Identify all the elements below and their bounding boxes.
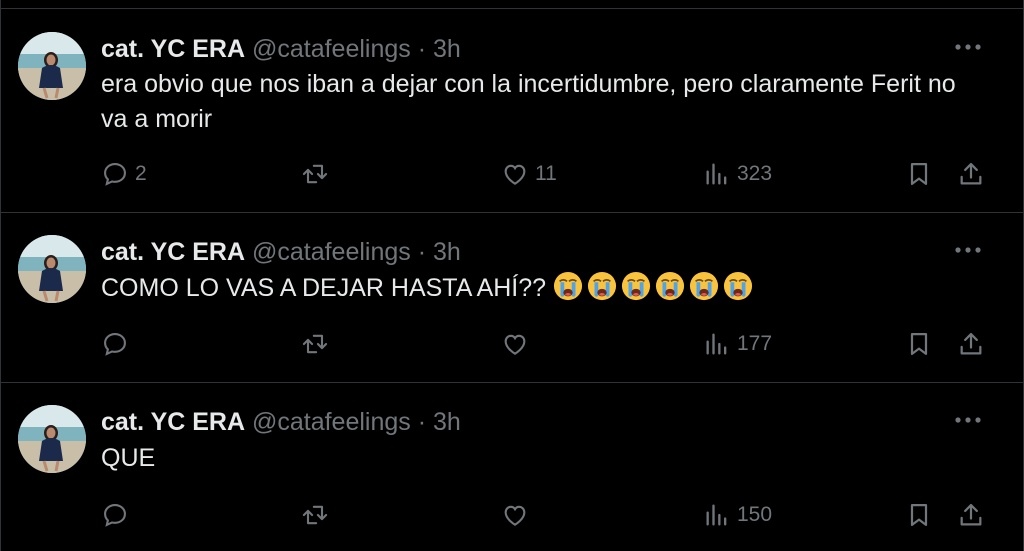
retweet-button[interactable] xyxy=(301,327,335,361)
tweet-text: COMO LO VAS A DEJAR HASTA AHÍ?? xyxy=(101,274,547,302)
views-button[interactable]: 323 xyxy=(703,157,772,191)
more-icon[interactable] xyxy=(953,413,983,427)
user-handle[interactable]: @catafeelings xyxy=(252,238,411,266)
more-icon[interactable] xyxy=(953,243,983,257)
heart-icon xyxy=(501,330,529,358)
like-count: 11 xyxy=(535,162,557,185)
reply-icon xyxy=(101,160,129,188)
retweet-icon xyxy=(301,160,329,188)
retweet-icon xyxy=(301,501,329,529)
timestamp[interactable]: 3h xyxy=(433,238,461,266)
loudly-crying-face-emoji xyxy=(723,271,753,301)
tweet-text: era obvio que nos iban a dejar con la in… xyxy=(101,70,956,133)
views-button[interactable]: 177 xyxy=(703,327,772,361)
like-button[interactable] xyxy=(501,327,535,361)
emoji-row xyxy=(553,274,757,302)
tweet-text: QUE xyxy=(101,444,156,472)
loudly-crying-face-emoji xyxy=(587,271,617,301)
action-bar: 177 xyxy=(101,327,983,361)
heart-icon xyxy=(501,160,529,188)
share-icon xyxy=(957,330,985,358)
timestamp[interactable]: 3h xyxy=(433,408,461,436)
views-chart-icon xyxy=(703,330,731,358)
like-button[interactable] xyxy=(501,498,535,532)
share-button[interactable] xyxy=(957,157,985,191)
share-button[interactable] xyxy=(957,498,985,532)
user-handle[interactable]: @catafeelings xyxy=(252,408,411,436)
views-count: 177 xyxy=(737,332,773,355)
views-chart-icon xyxy=(703,160,731,188)
loudly-crying-face-emoji xyxy=(553,271,583,301)
reply-count: 2 xyxy=(135,162,147,185)
timestamp[interactable]: 3h xyxy=(433,35,461,63)
reply-icon xyxy=(101,330,129,358)
heart-icon xyxy=(501,501,529,529)
more-icon[interactable] xyxy=(953,40,983,54)
views-chart-icon xyxy=(703,501,731,529)
tweet[interactable]: cat. YC ERA @catafeelings · 3h QUE 150 xyxy=(1,383,1023,551)
loudly-crying-face-emoji xyxy=(655,271,685,301)
share-icon xyxy=(957,501,985,529)
timeline-feed: cat. YC ERA @catafeelings · 3h era obvio… xyxy=(0,0,1024,551)
display-name[interactable]: cat. YC ERA xyxy=(101,238,245,266)
tweet[interactable]: cat. YC ERA @catafeelings · 3h era obvio… xyxy=(1,9,1023,212)
views-count: 323 xyxy=(737,162,773,185)
tweet[interactable]: cat. YC ERA @catafeelings · 3h COMO LO V… xyxy=(1,213,1023,382)
tweet-header: cat. YC ERA @catafeelings · 3h xyxy=(101,35,461,64)
action-bar: 150 xyxy=(101,498,983,532)
user-handle[interactable]: @catafeelings xyxy=(252,35,411,63)
avatar[interactable] xyxy=(18,235,86,303)
retweet-button[interactable] xyxy=(301,498,335,532)
avatar[interactable] xyxy=(18,32,86,100)
views-button[interactable]: 150 xyxy=(703,498,772,532)
bookmark-icon xyxy=(905,330,933,358)
retweet-button[interactable] xyxy=(301,157,335,191)
loudly-crying-face-emoji xyxy=(689,271,719,301)
loudly-crying-face-emoji xyxy=(621,271,651,301)
action-bar: 2 11 323 xyxy=(101,157,983,191)
reply-button[interactable] xyxy=(101,327,135,361)
display-name[interactable]: cat. YC ERA xyxy=(101,408,245,436)
display-name[interactable]: cat. YC ERA xyxy=(101,35,245,63)
reply-button[interactable]: 2 xyxy=(101,157,147,191)
reply-icon xyxy=(101,501,129,529)
bookmark-icon xyxy=(905,160,933,188)
share-icon xyxy=(957,160,985,188)
separator-dot: · xyxy=(417,408,427,436)
like-button[interactable]: 11 xyxy=(501,157,557,191)
bookmark-icon xyxy=(905,501,933,529)
bookmark-button[interactable] xyxy=(905,157,933,191)
tweet-header: cat. YC ERA @catafeelings · 3h xyxy=(101,408,461,437)
separator-dot: · xyxy=(417,35,427,63)
bookmark-button[interactable] xyxy=(905,327,933,361)
tweet-text-container: COMO LO VAS A DEJAR HASTA AHÍ?? xyxy=(101,271,973,306)
tweet-header: cat. YC ERA @catafeelings · 3h xyxy=(101,238,461,267)
avatar[interactable] xyxy=(18,405,86,473)
share-button[interactable] xyxy=(957,327,985,361)
views-count: 150 xyxy=(737,503,773,526)
bookmark-button[interactable] xyxy=(905,498,933,532)
reply-button[interactable] xyxy=(101,498,135,532)
separator-dot: · xyxy=(417,238,427,266)
retweet-icon xyxy=(301,330,329,358)
